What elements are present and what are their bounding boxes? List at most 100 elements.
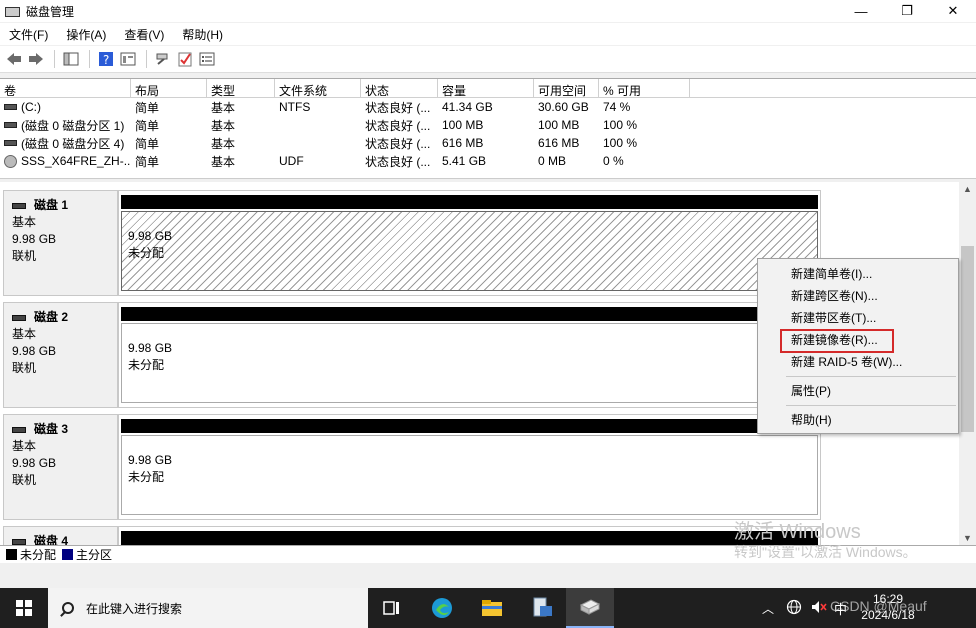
menu-help-item[interactable]: 帮助(H) [758, 409, 958, 431]
volume-layout: 简单 [135, 136, 160, 151]
connect-icon[interactable] [153, 49, 173, 69]
close-button[interactable]: ✕ [930, 0, 976, 22]
help-icon[interactable]: ? [96, 49, 116, 69]
disk-status: 联机 [12, 361, 37, 375]
volume-list: 卷 布局 类型 文件系统 状态 容量 可用空间 % 可用 (C:) 简单 基本 … [0, 78, 976, 178]
column-header-status[interactable]: 状态 [361, 79, 438, 97]
table-row[interactable]: (C:) 简单 基本 NTFS 状态良好 (... 41.34 GB 30.60… [0, 98, 976, 116]
partition-size: 9.98 GB [128, 229, 173, 243]
volume-free-space: 0 MB [538, 154, 567, 168]
restore-button[interactable]: ❐ [884, 0, 930, 22]
disk-info-panel[interactable]: 磁盘 3 基本 9.98 GB 联机 [3, 414, 118, 520]
edge-browser-icon[interactable] [418, 588, 466, 628]
activation-watermark-title: 激活 Windows [734, 521, 861, 543]
title-bar: 磁盘管理 — ❐ ✕ [0, 0, 976, 22]
disk-management-task-icon[interactable] [566, 588, 614, 628]
disk-size: 9.98 GB [12, 344, 57, 358]
volume-type: 基本 [211, 154, 236, 169]
scroll-thumb[interactable] [961, 246, 974, 432]
disk-icon [12, 538, 26, 545]
volume-name: SSS_X64FRE_ZH-... [21, 154, 131, 168]
cd-icon [4, 154, 17, 168]
server-manager-icon[interactable] [518, 588, 566, 628]
column-header-layout[interactable]: 布局 [131, 79, 207, 97]
table-row[interactable]: (磁盘 0 磁盘分区 1) 简单 基本 状态良好 (... 100 MB 100… [0, 116, 976, 134]
menu-properties[interactable]: 属性(P) [758, 380, 958, 402]
menu-view[interactable]: 查看(V) [115, 26, 173, 43]
minimize-button[interactable]: — [838, 0, 884, 22]
legend-primary-partition: 主分区 [76, 548, 113, 562]
properties-icon[interactable] [118, 49, 138, 69]
partition-block[interactable]: 9.98 GB 未分配 [118, 414, 821, 520]
partition-body[interactable]: 9.98 GB 未分配 [121, 323, 818, 403]
vertical-scrollbar[interactable]: ▲ ▼ [959, 182, 976, 545]
context-menu: 新建简单卷(I)... 新建跨区卷(N)... 新建带区卷(T)... 新建镜像… [757, 258, 959, 434]
volume-filesystem: UDF [279, 154, 304, 168]
primary-partition-swatch [62, 549, 74, 560]
volume-status: 状态良好 (... [365, 118, 431, 133]
csdn-watermark: CSDN @Meauf [830, 598, 927, 614]
column-header-filesystem[interactable]: 文件系统 [275, 79, 361, 97]
volume-name: (C:) [21, 100, 41, 114]
partition-size: 9.98 GB [128, 453, 173, 467]
partition-block[interactable]: 9.98 GB 未分配 [118, 302, 821, 408]
menu-file[interactable]: 文件(F) [0, 26, 57, 43]
volume-status: 状态良好 (... [365, 154, 431, 169]
menu-new-striped-volume[interactable]: 新建带区卷(T)... [758, 307, 958, 329]
check-icon[interactable] [175, 49, 195, 69]
tray-chevron-up-icon[interactable]: ︿ [762, 600, 774, 617]
volume-layout: 简单 [135, 118, 160, 133]
unallocated-bar [121, 195, 818, 209]
back-arrow-icon[interactable] [4, 49, 24, 69]
volume-layout: 简单 [135, 100, 160, 115]
disk-info-panel[interactable]: 磁盘 2 基本 9.98 GB 联机 [3, 302, 118, 408]
window-title: 磁盘管理 [26, 4, 75, 19]
column-header-volume[interactable]: 卷 [0, 79, 131, 97]
partition-state: 未分配 [128, 246, 165, 260]
settings-icon[interactable] [197, 49, 217, 69]
volume-percent-free: 100 % [603, 136, 638, 150]
menu-separator [786, 376, 956, 377]
volume-name: (磁盘 0 磁盘分区 4) [21, 136, 125, 151]
unallocated-bar [121, 419, 818, 433]
disk-name: 磁盘 4 [34, 534, 69, 545]
menu-help[interactable]: 帮助(H) [173, 26, 232, 43]
column-header-type[interactable]: 类型 [207, 79, 275, 97]
disk-info-panel[interactable]: 磁盘 4 [3, 526, 118, 545]
taskbar-search-box[interactable]: 在此键入进行搜索 [48, 588, 368, 628]
console-tree-icon[interactable] [61, 49, 81, 69]
column-header-free-space[interactable]: 可用空间 [534, 79, 599, 97]
disk-info-panel[interactable]: 磁盘 1 基本 9.98 GB 联机 [3, 190, 118, 296]
partition-block[interactable]: 9.98 GB 未分配 [118, 190, 821, 296]
disk-name: 磁盘 1 [34, 198, 69, 212]
menu-new-spanned-volume[interactable]: 新建跨区卷(N)... [758, 285, 958, 307]
volume-capacity: 616 MB [442, 136, 484, 150]
menu-new-mirrored-volume[interactable]: 新建镜像卷(R)... [758, 329, 958, 353]
toolbar-separator [146, 50, 147, 68]
partition-block[interactable] [118, 526, 821, 545]
menu-new-simple-volume[interactable]: 新建简单卷(I)... [758, 263, 958, 285]
file-explorer-icon[interactable] [468, 588, 516, 628]
menu-bar: 文件(F) 操作(A) 查看(V) 帮助(H) [0, 23, 976, 45]
volume-muted-icon[interactable] [810, 599, 828, 618]
table-row[interactable]: SSS_X64FRE_ZH-... 简单 基本 UDF 状态良好 (... 5.… [0, 152, 976, 170]
volume-capacity: 100 MB [442, 118, 484, 132]
column-header-capacity[interactable]: 容量 [438, 79, 534, 97]
disk-type: 基本 [12, 215, 37, 229]
partition-state: 未分配 [128, 358, 165, 372]
menu-action[interactable]: 操作(A) [57, 26, 115, 43]
table-row[interactable]: (磁盘 0 磁盘分区 4) 简单 基本 状态良好 (... 616 MB 616… [0, 134, 976, 152]
forward-arrow-icon[interactable] [26, 49, 46, 69]
task-view-icon[interactable] [368, 588, 416, 628]
menu-new-raid5-volume[interactable]: 新建 RAID-5 卷(W)... [758, 351, 958, 373]
start-button[interactable] [0, 588, 48, 628]
network-globe-icon[interactable] [786, 599, 802, 618]
partition-body[interactable]: 9.98 GB 未分配 [121, 435, 818, 515]
column-header-percent-free[interactable]: % 可用 [599, 79, 690, 97]
scroll-down-icon[interactable]: ▼ [959, 533, 976, 543]
disk-name: 磁盘 2 [34, 310, 69, 324]
scroll-up-icon[interactable]: ▲ [959, 184, 976, 194]
volume-status: 状态良好 (... [365, 100, 431, 115]
partition-selected[interactable]: 9.98 GB 未分配 [121, 211, 818, 291]
disk-icon [12, 426, 26, 433]
